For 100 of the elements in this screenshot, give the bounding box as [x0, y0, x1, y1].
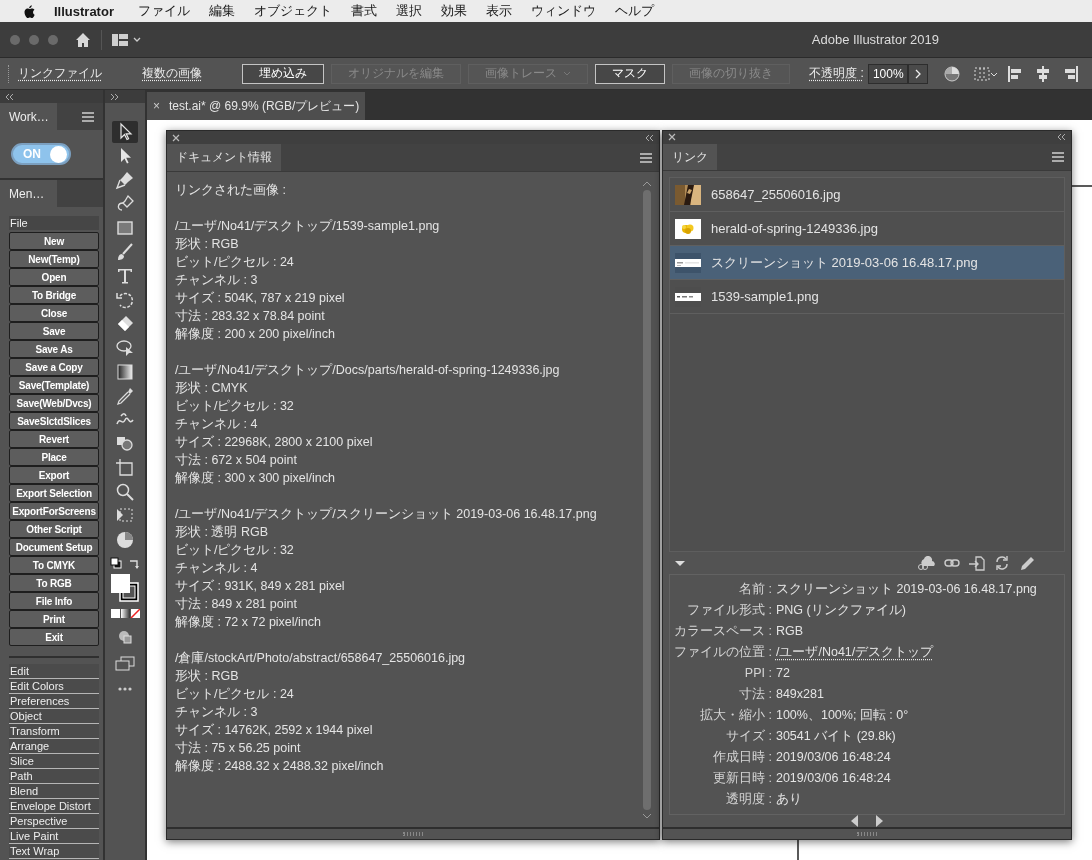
menu-item[interactable]: Object — [9, 709, 99, 724]
menu-button[interactable]: Print — [9, 610, 99, 628]
close-icon[interactable] — [668, 133, 676, 142]
menu-button[interactable]: Close — [9, 304, 99, 322]
menu-item[interactable]: ファイル — [137, 2, 190, 20]
menu-item[interactable]: Text Wrap — [9, 844, 99, 859]
collapse-icon[interactable] — [5, 92, 14, 101]
scroll-thumb[interactable] — [643, 190, 651, 810]
menu-button[interactable]: ExportForScreens — [9, 502, 99, 520]
menu-button[interactable]: Document Setup — [9, 538, 99, 556]
menu-item[interactable]: Edit Colors — [9, 679, 99, 694]
folder-link[interactable]: /ユーザ/No41/デスクトップ — [775, 642, 934, 664]
menu-item[interactable]: Envelope Distort — [9, 799, 99, 814]
menu-item[interactable]: 効果 — [440, 2, 467, 20]
menu-button[interactable]: Exit — [9, 628, 99, 646]
go-to-icon[interactable] — [969, 555, 985, 571]
menu-item[interactable]: Slice — [9, 754, 99, 769]
fill-stroke-swatch[interactable] — [110, 573, 140, 603]
menu-item[interactable]: ウィンドウ — [530, 2, 596, 20]
chevron-up-icon[interactable] — [642, 181, 652, 187]
pencil-icon[interactable] — [1019, 555, 1035, 571]
draw-mode-icon[interactable] — [118, 630, 132, 644]
panel-tab[interactable]: リンク — [663, 143, 717, 171]
panel-tab[interactable]: Work… — [0, 103, 57, 130]
menu-button[interactable]: Save(Web/Dvcs) — [9, 394, 99, 412]
menu-button[interactable]: To Bridge — [9, 286, 99, 304]
opacity-field[interactable]: 100% — [867, 63, 908, 84]
menu-icon[interactable] — [1051, 151, 1065, 164]
link[interactable]: 不透明度 : — [809, 65, 864, 82]
align-center-icon[interactable] — [1036, 65, 1050, 82]
menu-item[interactable]: Blend — [9, 784, 99, 799]
link-row[interactable]: スクリーンショット 2019-03-06 16.48.17.png — [670, 246, 1064, 281]
align-left-icon[interactable] — [1008, 65, 1022, 82]
menu-item[interactable]: Arrange — [9, 739, 99, 754]
toolbar-button[interactable]: 埋め込み — [242, 63, 325, 84]
menu-item[interactable]: オブジェクト — [253, 2, 332, 20]
refresh-icon[interactable] — [994, 555, 1010, 572]
menu-item[interactable]: Edit — [9, 664, 99, 679]
panel-tab[interactable]: Men… — [0, 180, 57, 207]
menu-button[interactable]: Other Script — [9, 520, 99, 538]
app-menu[interactable]: Illustrator — [54, 3, 114, 19]
menu-button[interactable]: Save a Copy — [9, 358, 99, 376]
more-icon[interactable] — [118, 687, 132, 691]
align-right-icon[interactable] — [1064, 65, 1078, 82]
menu-item[interactable]: ヘルプ — [614, 2, 654, 20]
home-icon[interactable] — [75, 31, 91, 48]
menu-icon[interactable] — [81, 110, 95, 123]
menu-button[interactable]: New — [9, 232, 99, 250]
menu-button[interactable]: New(Temp) — [9, 250, 99, 268]
menu-button[interactable]: SaveSlctdSlices — [9, 412, 99, 430]
menu-item[interactable]: Transform — [9, 724, 99, 739]
caret-icon[interactable] — [133, 36, 141, 43]
link-icon[interactable] — [944, 557, 960, 570]
menu-button[interactable]: Revert — [9, 430, 99, 448]
menu-button[interactable]: To CMYK — [9, 556, 99, 574]
menu-button[interactable]: Save(Template) — [9, 376, 99, 394]
collapse-icon[interactable] — [1057, 133, 1066, 142]
menu-button[interactable]: Open — [9, 268, 99, 286]
menu-button[interactable]: File Info — [9, 592, 99, 610]
menu-item[interactable]: Preferences — [9, 694, 99, 709]
color-mode-icons[interactable] — [110, 609, 140, 618]
panel-tab[interactable]: ドキュメント情報 — [167, 144, 281, 171]
menu-item[interactable]: 編集 — [208, 2, 235, 20]
dotted-grid-icon[interactable] — [974, 66, 998, 81]
chevron-down-icon[interactable] — [642, 813, 652, 819]
document-tab[interactable]: × test.ai* @ 69.9% (RGB/プレビュー) — [147, 92, 365, 120]
menu-item[interactable]: 表示 — [485, 2, 512, 20]
link-row[interactable]: 1539-sample1.png — [670, 280, 1064, 315]
link[interactable]: 複数の画像 — [142, 65, 203, 82]
previous-icon[interactable] — [851, 815, 858, 828]
next-icon[interactable] — [876, 815, 883, 828]
menu-button[interactable]: Place — [9, 448, 99, 466]
link-row[interactable]: 658647_25506016.jpg — [670, 178, 1064, 213]
close-button[interactable]: × — [153, 99, 160, 113]
menu-button[interactable]: Save — [9, 322, 99, 340]
menu-item[interactable]: Path — [9, 769, 99, 784]
opacity-menu-button[interactable] — [908, 63, 928, 84]
screen-mode-icon[interactable] — [115, 656, 135, 671]
chevron-right-icon[interactable] — [915, 68, 921, 79]
close-icon[interactable] — [172, 133, 180, 142]
layout-icon[interactable] — [112, 33, 128, 46]
swap-arrow-icon[interactable] — [128, 557, 140, 569]
menu-button[interactable]: Export — [9, 466, 99, 484]
default-colors-icon[interactable] — [110, 557, 122, 569]
disclosure-triangle-icon[interactable] — [675, 560, 685, 566]
cloud-link-icon[interactable] — [917, 556, 935, 571]
apple-icon[interactable] — [22, 3, 36, 19]
menu-item[interactable]: Live Paint — [9, 829, 99, 844]
menu-item[interactable]: Perspective — [9, 814, 99, 829]
menu-item[interactable]: 書式 — [350, 2, 377, 20]
expand-icon[interactable] — [110, 92, 119, 101]
menu-button[interactable]: Save As — [9, 340, 99, 358]
toolbar-button[interactable]: マスク — [595, 63, 666, 84]
menu-button[interactable]: Export Selection — [9, 484, 99, 502]
collapse-icon[interactable] — [645, 133, 654, 142]
menu-icon[interactable] — [639, 151, 653, 164]
link[interactable]: リンクファイル — [18, 65, 103, 82]
color-wheel-icon[interactable] — [944, 65, 960, 82]
menu-item[interactable]: 選択 — [395, 2, 422, 20]
menu-button[interactable]: To RGB — [9, 574, 99, 592]
